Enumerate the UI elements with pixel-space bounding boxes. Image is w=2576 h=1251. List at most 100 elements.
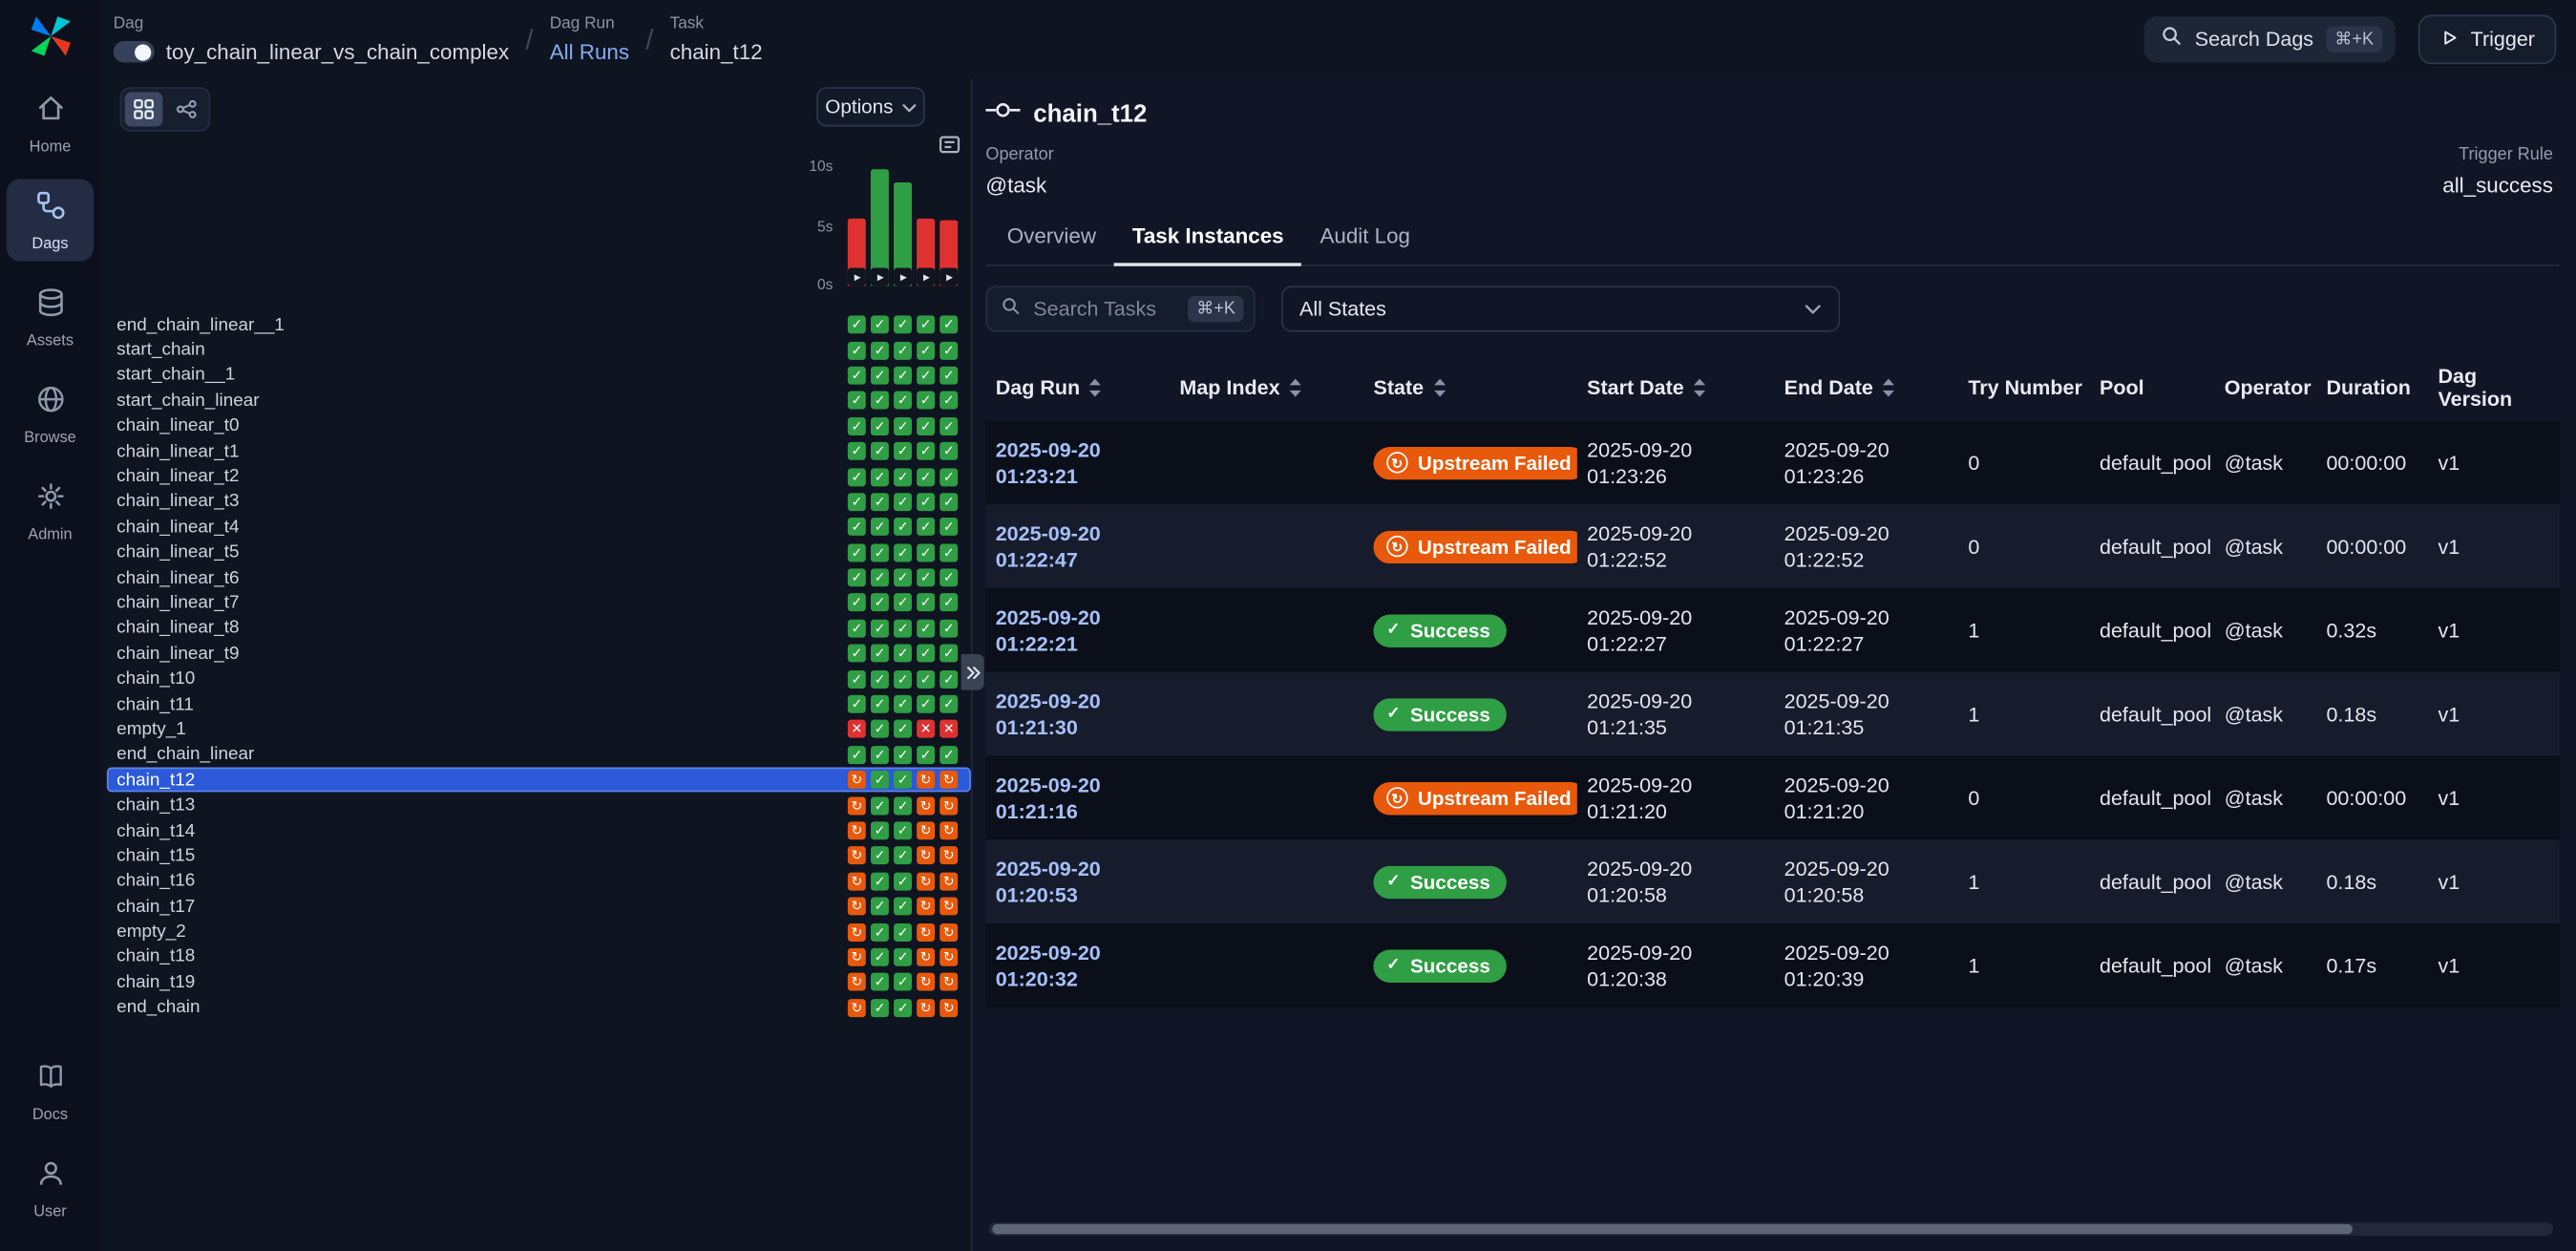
- task-instance-square-success[interactable]: ✓: [871, 594, 889, 612]
- task-row[interactable]: chain_linear_t6✓✓✓✓✓: [107, 565, 971, 590]
- column-header-start_date[interactable]: Start Date: [1577, 376, 1774, 399]
- sidebar-item-dags[interactable]: Dags: [7, 180, 94, 262]
- task-instance-square-upstream_failed[interactable]: ↻: [940, 821, 958, 839]
- task-row[interactable]: end_chain_linear✓✓✓✓✓: [107, 742, 971, 767]
- task-instance-square-success[interactable]: ✓: [894, 720, 912, 738]
- task-instance-square-success[interactable]: ✓: [917, 417, 935, 435]
- task-instance-square-success[interactable]: ✓: [894, 468, 912, 486]
- task-instance-square-success[interactable]: ✓: [848, 493, 866, 511]
- sidebar-item-user[interactable]: User: [7, 1146, 94, 1228]
- task-instance-square-upstream_failed[interactable]: ↻: [848, 821, 866, 839]
- legend-card-icon[interactable]: [938, 133, 961, 164]
- run-select-button[interactable]: [894, 267, 912, 286]
- task-instance-row[interactable]: 2025-09-2001:21:30✓Success2025-09-2001:2…: [985, 672, 2559, 756]
- task-row[interactable]: start_chain_linear✓✓✓✓✓: [107, 388, 971, 413]
- task-instance-square-success[interactable]: ✓: [894, 367, 912, 385]
- task-instance-square-upstream_failed[interactable]: ↻: [940, 948, 958, 966]
- task-instance-square-upstream_failed[interactable]: ↻: [940, 898, 958, 916]
- task-instance-square-success[interactable]: ✓: [894, 519, 912, 537]
- graph-view-button[interactable]: [168, 92, 206, 126]
- task-row[interactable]: chain_t17↻✓✓↻↻: [107, 894, 971, 919]
- task-row[interactable]: chain_t16↻✓✓↻↻: [107, 869, 971, 894]
- task-instance-square-success[interactable]: ✓: [894, 316, 912, 334]
- task-row[interactable]: chain_t10✓✓✓✓✓: [107, 667, 971, 691]
- task-instance-square-success[interactable]: ✓: [894, 594, 912, 612]
- task-instance-square-upstream_failed[interactable]: ↻: [940, 872, 958, 890]
- task-instance-square-upstream_failed[interactable]: ↻: [917, 872, 935, 890]
- task-instance-square-failed[interactable]: ✕: [848, 720, 866, 738]
- task-instance-square-success[interactable]: ✓: [940, 468, 958, 486]
- task-instance-square-success[interactable]: ✓: [894, 796, 912, 815]
- task-instance-square-success[interactable]: ✓: [848, 746, 866, 764]
- task-instance-row[interactable]: 2025-09-2001:20:53✓Success2025-09-2001:2…: [985, 839, 2559, 923]
- dag-run-link[interactable]: 2025-09-2001:21:16: [996, 774, 1170, 823]
- task-instance-square-success[interactable]: ✓: [848, 569, 866, 587]
- task-instance-row[interactable]: 2025-09-2001:23:21↻Upstream Failed2025-0…: [985, 420, 2559, 504]
- task-instance-square-success[interactable]: ✓: [871, 645, 889, 663]
- task-row[interactable]: chain_linear_t8✓✓✓✓✓: [107, 616, 971, 641]
- all-runs-link[interactable]: All Runs: [550, 39, 629, 64]
- task-row[interactable]: chain_t13↻✓✓↻↻: [107, 793, 971, 817]
- task-instance-square-success[interactable]: ✓: [894, 543, 912, 562]
- task-instance-square-failed[interactable]: ✕: [917, 720, 935, 738]
- task-instance-square-success[interactable]: ✓: [894, 821, 912, 839]
- task-instance-square-upstream_failed[interactable]: ↻: [848, 999, 866, 1017]
- task-row[interactable]: empty_2↻✓✓↻↻: [107, 919, 971, 944]
- run-select-button[interactable]: [848, 267, 866, 286]
- task-instance-square-success[interactable]: ✓: [871, 341, 889, 359]
- task-instance-square-success[interactable]: ✓: [940, 543, 958, 562]
- task-instance-square-success[interactable]: ✓: [871, 948, 889, 966]
- task-instance-square-upstream_failed[interactable]: ↻: [940, 796, 958, 815]
- dag-run-link[interactable]: 2025-09-2001:20:53: [996, 857, 1170, 906]
- task-instance-square-success[interactable]: ✓: [871, 999, 889, 1017]
- task-instance-square-success[interactable]: ✓: [871, 468, 889, 486]
- task-instance-square-success[interactable]: ✓: [940, 619, 958, 637]
- task-instance-square-success[interactable]: ✓: [871, 417, 889, 435]
- sidebar-item-browse[interactable]: Browse: [7, 373, 94, 456]
- task-instance-square-success[interactable]: ✓: [894, 442, 912, 460]
- task-instance-square-success[interactable]: ✓: [848, 543, 866, 562]
- dag-run-link[interactable]: 2025-09-2001:22:47: [996, 521, 1170, 571]
- task-instance-square-upstream_failed[interactable]: ↻: [940, 771, 958, 789]
- dag-run-link[interactable]: 2025-09-2001:20:32: [996, 941, 1170, 990]
- column-header-end_date[interactable]: End Date: [1774, 376, 1958, 399]
- task-instance-square-success[interactable]: ✓: [894, 847, 912, 865]
- task-instance-square-success[interactable]: ✓: [917, 569, 935, 587]
- dag-name-link[interactable]: toy_chain_linear_vs_chain_complex: [166, 39, 509, 64]
- task-instance-square-success[interactable]: ✓: [894, 771, 912, 789]
- task-instance-square-upstream_failed[interactable]: ↻: [917, 948, 935, 966]
- task-instance-square-success[interactable]: ✓: [894, 973, 912, 991]
- task-instance-square-success[interactable]: ✓: [917, 316, 935, 334]
- task-instance-square-upstream_failed[interactable]: ↻: [917, 999, 935, 1017]
- task-instance-square-success[interactable]: ✓: [894, 493, 912, 511]
- task-instance-square-success[interactable]: ✓: [848, 341, 866, 359]
- run-select-button[interactable]: [871, 267, 889, 286]
- task-row[interactable]: chain_t14↻✓✓↻↻: [107, 818, 971, 843]
- task-instance-row[interactable]: 2025-09-2001:22:21✓Success2025-09-2001:2…: [985, 588, 2559, 672]
- task-instance-square-upstream_failed[interactable]: ↻: [940, 922, 958, 941]
- task-instance-square-upstream_failed[interactable]: ↻: [917, 847, 935, 865]
- task-instance-square-success[interactable]: ✓: [917, 367, 935, 385]
- task-row[interactable]: chain_t15↻✓✓↻↻: [107, 843, 971, 868]
- state-filter-select[interactable]: All States: [1281, 286, 1840, 331]
- task-instance-square-success[interactable]: ✓: [848, 392, 866, 410]
- task-instance-square-success[interactable]: ✓: [940, 746, 958, 764]
- tab-task-instances[interactable]: Task Instances: [1114, 223, 1302, 266]
- task-instance-square-upstream_failed[interactable]: ↻: [917, 898, 935, 916]
- task-instance-square-success[interactable]: ✓: [917, 493, 935, 511]
- task-instance-square-success[interactable]: ✓: [848, 669, 866, 688]
- task-instance-square-success[interactable]: ✓: [894, 999, 912, 1017]
- task-instance-square-success[interactable]: ✓: [871, 922, 889, 941]
- task-instance-square-upstream_failed[interactable]: ↻: [917, 973, 935, 991]
- task-instance-square-success[interactable]: ✓: [894, 922, 912, 941]
- scrollbar-thumb[interactable]: [992, 1223, 2353, 1233]
- task-instance-square-upstream_failed[interactable]: ↻: [848, 796, 866, 815]
- task-instance-square-success[interactable]: ✓: [940, 341, 958, 359]
- sidebar-item-assets[interactable]: Assets: [7, 276, 94, 358]
- options-dropdown[interactable]: Options: [816, 87, 925, 126]
- tab-audit-log[interactable]: Audit Log: [1302, 223, 1428, 266]
- column-header-dag_run[interactable]: Dag Run: [985, 376, 1170, 399]
- task-instance-square-success[interactable]: ✓: [940, 519, 958, 537]
- task-row[interactable]: chain_t18↻✓✓↻↻: [107, 944, 971, 969]
- task-instance-square-success[interactable]: ✓: [848, 417, 866, 435]
